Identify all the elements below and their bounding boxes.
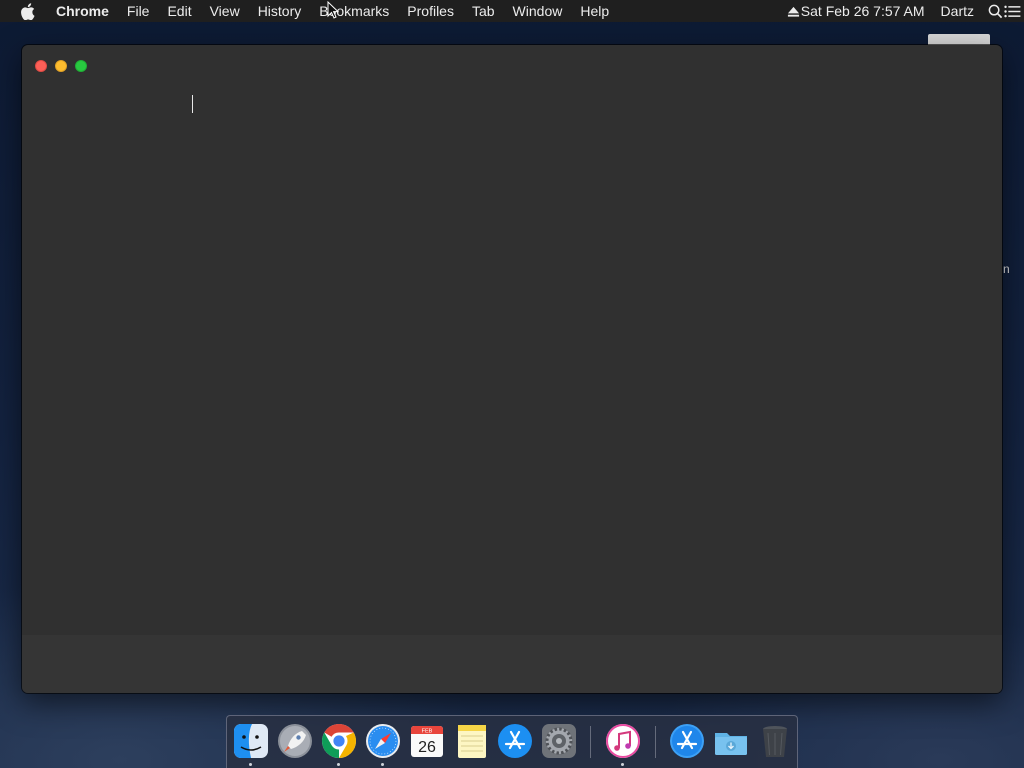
menu-file[interactable]: File — [118, 0, 159, 22]
window-close-button[interactable] — [35, 60, 47, 72]
window-minimize-button[interactable] — [55, 60, 67, 72]
menu-edit[interactable]: Edit — [158, 0, 200, 22]
spotlight-search-icon[interactable] — [988, 3, 1004, 19]
system-preferences-icon[interactable] — [540, 722, 578, 760]
itunes-icon[interactable] — [604, 722, 642, 760]
desktop-item-label: n — [1003, 262, 1010, 276]
eject-icon[interactable] — [787, 4, 801, 18]
notification-center-icon[interactable] — [1004, 3, 1024, 19]
applications-folder-icon[interactable] — [668, 722, 706, 760]
window-bottom-area — [22, 635, 1002, 693]
itunes-running-indicator — [621, 763, 624, 766]
safari-icon[interactable] — [364, 722, 402, 760]
calendar-day: 26 — [418, 739, 436, 756]
safari-running-indicator — [381, 763, 384, 766]
menu-bookmarks[interactable]: Bookmarks — [310, 0, 398, 22]
menu-tab[interactable]: Tab — [463, 0, 504, 22]
window-zoom-button[interactable] — [75, 60, 87, 72]
menu-history[interactable]: History — [249, 0, 311, 22]
menu-profiles[interactable]: Profiles — [398, 0, 463, 22]
window-content[interactable] — [22, 79, 1002, 635]
menu-bar: Chrome File Edit View History Bookmarks … — [0, 0, 1024, 22]
chrome-window — [22, 45, 1002, 693]
dock: FEB 26 — [226, 715, 798, 768]
menu-window[interactable]: Window — [504, 0, 572, 22]
calendar-month: FEB — [422, 729, 433, 735]
apple-menu-icon[interactable] — [20, 2, 38, 20]
menu-user-name[interactable]: Dartz — [941, 3, 988, 19]
menu-view[interactable]: View — [201, 0, 249, 22]
launchpad-icon[interactable] — [276, 722, 314, 760]
dock-separator — [655, 726, 656, 758]
notes-icon[interactable] — [452, 722, 490, 760]
trash-icon[interactable] — [756, 722, 794, 760]
finder-icon[interactable] — [232, 722, 270, 760]
finder-running-indicator — [249, 763, 252, 766]
menu-app-name[interactable]: Chrome — [56, 0, 118, 22]
calendar-icon[interactable]: FEB 26 — [408, 722, 446, 760]
downloads-folder-icon[interactable] — [712, 722, 750, 760]
mouse-pointer-icon — [327, 0, 340, 24]
menu-bar-extras: Sat Feb 26 7:57 AM Dartz — [787, 3, 1024, 19]
menu-help[interactable]: Help — [571, 0, 618, 22]
chrome-running-indicator — [337, 763, 340, 766]
menu-clock[interactable]: Sat Feb 26 7:57 AM — [801, 3, 941, 19]
chrome-icon[interactable] — [320, 722, 358, 760]
window-controls — [35, 60, 95, 72]
dock-separator — [590, 726, 591, 758]
app-store-icon[interactable] — [496, 722, 534, 760]
